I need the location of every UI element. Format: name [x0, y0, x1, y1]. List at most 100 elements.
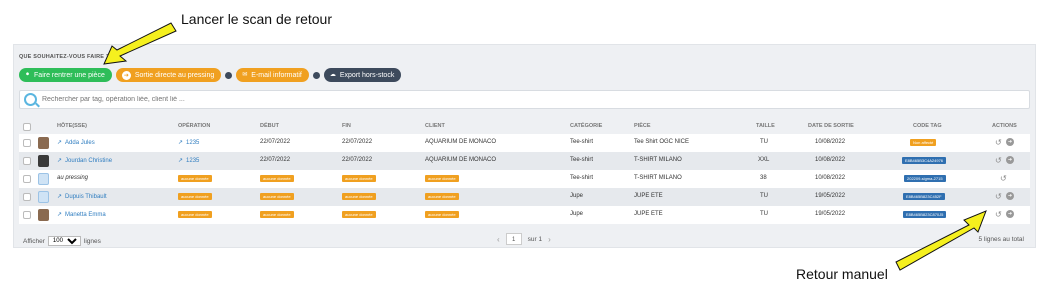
undo-icon[interactable]: ↺ [995, 156, 1002, 165]
header-debut: DÉBUT [260, 123, 279, 129]
external-link-icon: ↗ [178, 140, 184, 146]
arrow-circle-icon[interactable]: ➜ [1006, 138, 1014, 146]
header-piece: PIÈCE [634, 123, 651, 129]
avatar [38, 155, 49, 167]
debut-cell: 22/07/2022 [260, 139, 291, 145]
host-name: Jourdan Christine [65, 158, 113, 164]
direct-exit-button[interactable]: ➜ Sortie directe au pressing [115, 68, 222, 82]
email-button[interactable]: ✉ E-mail informatif [236, 68, 309, 82]
no-data-badge: aucune donnée [260, 175, 294, 182]
host-link[interactable]: ↗ Manetta Emma [57, 211, 106, 218]
page-size-control: Afficher 100 lignes [23, 236, 101, 246]
main-panel: QUE SOUHAITEZ-VOUS FAIRE ? ⚫ Faire rentr… [13, 44, 1036, 248]
page-of-label: sur 1 [527, 235, 543, 243]
undo-icon[interactable]: ↺ [1000, 174, 1007, 183]
no-data-badge: aucune donnée [178, 175, 212, 182]
row-checkbox[interactable] [23, 211, 31, 219]
operation-link[interactable]: ↗ 1235 [178, 139, 199, 146]
code-tag-badge: Non affecté [910, 139, 937, 146]
no-data-badge: aucune donnée [342, 211, 376, 218]
header-operation: OPÉRATION [178, 123, 211, 129]
search-input[interactable] [42, 96, 942, 103]
host-name: Dupuis Thibault [65, 194, 107, 200]
operation-value: 1235 [186, 158, 200, 164]
row-checkbox[interactable] [23, 157, 31, 165]
header-actions: ACTIONS [992, 123, 1017, 129]
no-data-badge: aucune donnée [425, 193, 459, 200]
no-data-badge: aucune donnée [425, 175, 459, 182]
table-body: ↗ Adda Jules ↗ 1235 22/07/2022 22/07/2022 … [19, 134, 1030, 224]
taille-cell: 38 [760, 175, 767, 181]
undo-icon[interactable]: ↺ [995, 138, 1002, 147]
annotation-scan-return: Lancer le scan de retour [181, 11, 332, 27]
external-link-icon: ↗ [178, 158, 184, 164]
arrow-circle-icon[interactable]: ➜ [1006, 156, 1014, 164]
no-data-badge: aucune donnée [342, 193, 376, 200]
export-button[interactable]: ☁ Export hors-stock [323, 68, 402, 82]
date-sortie-cell: 19/05/2022 [815, 193, 846, 199]
row-checkbox[interactable] [23, 175, 31, 183]
categorie-cell: Tee-shirt [570, 139, 594, 145]
table-row: au pressing aucune donnée aucune donnée … [19, 170, 1030, 188]
taille-cell: TU [760, 139, 768, 145]
page-size-select[interactable]: 100 [47, 236, 81, 246]
host-link[interactable]: ↗ Jourdan Christine [57, 157, 112, 164]
return-item-button[interactable]: ⚫ Faire rentrer une pièce [19, 68, 112, 82]
code-tag-badge: E8B465B823C870J5 [903, 211, 947, 218]
chevron-right-icon[interactable]: › [548, 235, 551, 244]
table-row: ↗ Adda Jules ↗ 1235 22/07/2022 22/07/2022 … [19, 134, 1030, 152]
undo-icon[interactable]: ↺ [995, 210, 1002, 219]
piece-cell: T-SHIRT MILANO [634, 175, 682, 181]
direct-exit-label: Sortie directe au pressing [134, 71, 215, 79]
host-link[interactable]: ↗ Adda Jules [57, 139, 95, 146]
external-link-icon: ↗ [57, 194, 63, 200]
code-tag-badge: E8B465B3C4A24976 [902, 157, 947, 164]
no-data-badge: aucune donnée [178, 211, 212, 218]
taille-cell: TU [760, 193, 768, 199]
arrow-right-icon: ➜ [121, 70, 131, 80]
annotation-manual-return: Retour manuel [796, 266, 888, 282]
header-categorie: CATÉGORIE [570, 123, 603, 129]
external-link-icon: ↗ [57, 158, 63, 164]
client-cell: AQUARIUM DE MONACO [425, 157, 497, 163]
undo-icon[interactable]: ↺ [995, 192, 1002, 201]
host-name: au pressing [57, 175, 89, 181]
table-footer: Afficher 100 lignes ‹ 1 sur 1 › 5 lignes… [19, 233, 1030, 247]
show-label: Afficher [23, 237, 45, 245]
chevron-left-icon[interactable]: ‹ [497, 235, 500, 244]
categorie-cell: Tee-shirt [570, 175, 594, 181]
code-tag-badge: 202209-sigma-2715 [904, 175, 946, 182]
arrow-circle-icon[interactable]: ➜ [1006, 192, 1014, 200]
operation-value: 1235 [186, 140, 200, 146]
categorie-cell: Jupe [570, 211, 584, 217]
piece-cell: T-SHIRT MILANO [634, 157, 682, 163]
row-checkbox[interactable] [23, 193, 31, 201]
no-data-badge: aucune donnée [260, 193, 294, 200]
operation-link[interactable]: ↗ 1235 [178, 157, 199, 164]
page-input[interactable]: 1 [505, 233, 522, 245]
question-label: QUE SOUHAITEZ-VOUS FAIRE ? [19, 54, 110, 60]
arrow-circle-icon[interactable]: ➜ [1006, 210, 1014, 218]
table-row: ↗ Jourdan Christine ↗ 1235 22/07/2022 22/0… [19, 152, 1030, 170]
piece-cell: JUPE ETE [634, 193, 663, 199]
table-row: ↗ Manetta Emma aucune donnée aucune donné… [19, 206, 1030, 224]
select-all-checkbox[interactable] [23, 123, 31, 131]
row-checkbox[interactable] [23, 139, 31, 147]
avatar [38, 137, 49, 149]
code-tag-badge: E8B465B823C452F [903, 193, 945, 200]
date-sortie-cell: 19/05/2022 [815, 211, 846, 217]
host-name: Adda Jules [65, 140, 95, 146]
pagination: ‹ 1 sur 1 › [497, 233, 551, 245]
external-link-icon: ↗ [57, 212, 63, 218]
pressing-icon [38, 173, 49, 185]
separator-dot [312, 71, 320, 79]
action-buttons: ⚫ Faire rentrer une pièce ➜ Sortie direc… [19, 68, 402, 82]
avatar [38, 191, 49, 203]
client-cell: AQUARIUM DE MONACO [425, 139, 497, 145]
header-fin: FIN [342, 123, 351, 129]
lines-label: lignes [83, 237, 101, 245]
search-bar[interactable] [19, 90, 1030, 109]
host-link[interactable]: ↗ Dupuis Thibault [57, 193, 107, 200]
avatar [38, 209, 49, 221]
no-data-badge: aucune donnée [342, 175, 376, 182]
